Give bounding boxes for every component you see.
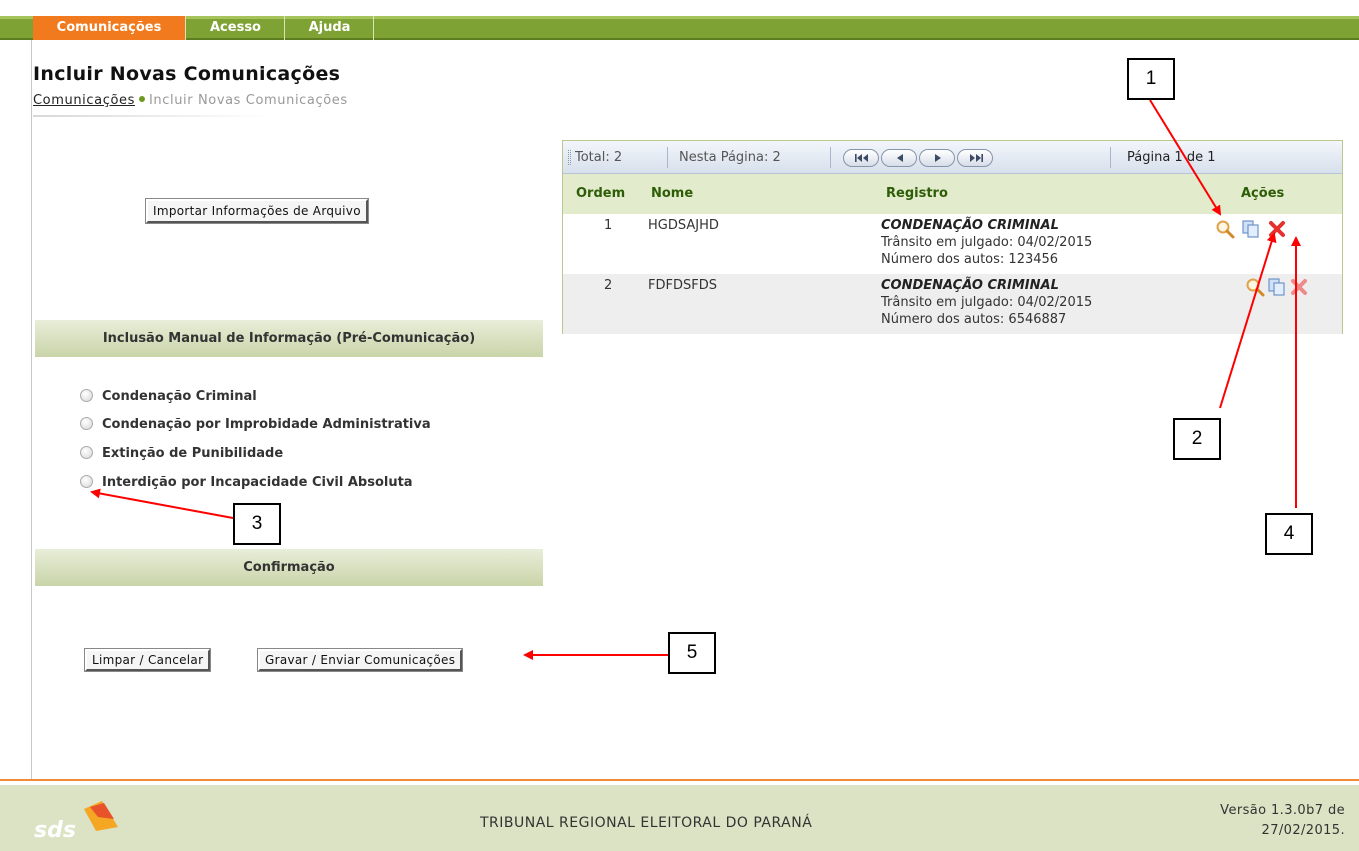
callout-3: 3: [233, 503, 281, 545]
arrow-3: [90, 488, 234, 519]
callout-1: 1: [1127, 58, 1175, 100]
arrow-2: [1219, 232, 1277, 409]
callout-2: 2: [1173, 418, 1221, 460]
callout-4: 4: [1265, 513, 1313, 555]
callout-5: 5: [668, 632, 716, 674]
annotation-arrows: [90, 99, 1301, 660]
arrow-1: [1149, 99, 1222, 216]
